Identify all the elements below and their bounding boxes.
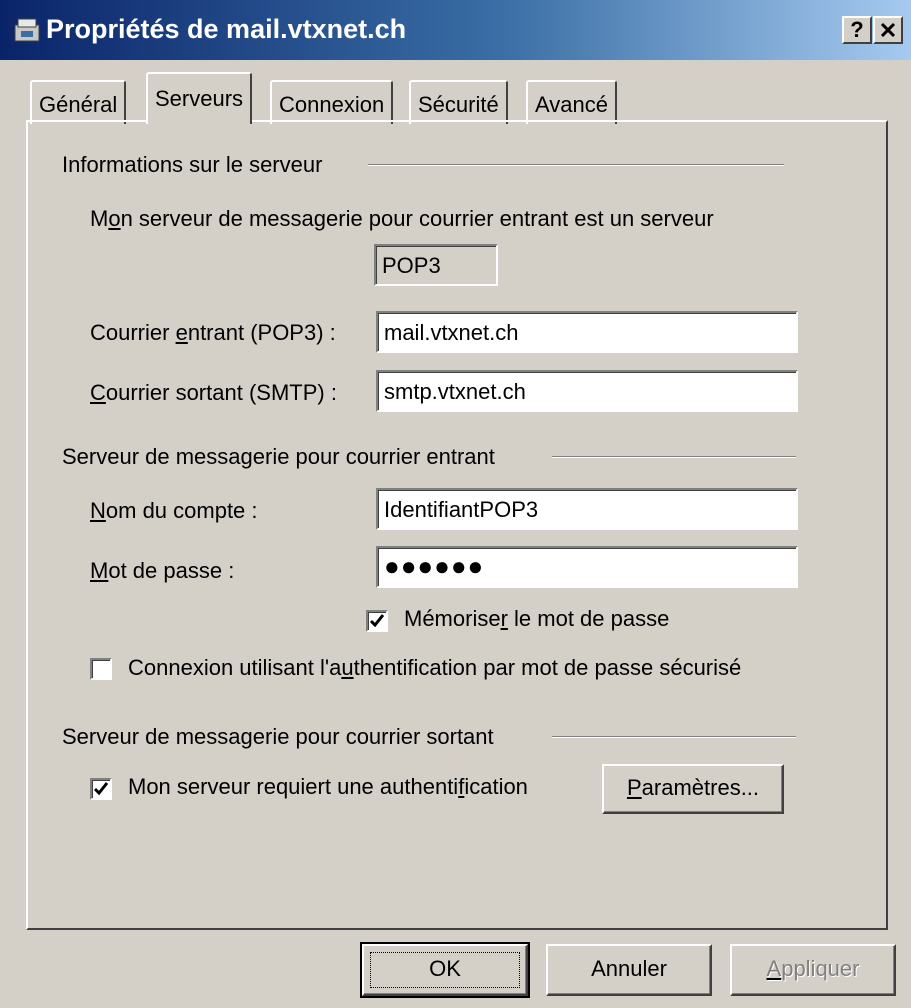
focus-rectangle <box>370 952 520 988</box>
remember-password-label[interactable]: Mémoriser le mot de passe <box>404 606 669 632</box>
outgoing-mail-label: Courrier sortant (SMTP) : <box>90 380 337 405</box>
cancel-button[interactable]: Annuler <box>546 944 712 996</box>
incoming-server-type-field: POP3 <box>374 244 498 286</box>
password-label: Mot de passe : <box>90 558 235 583</box>
server-info-group-label: Informations sur le serveur <box>62 152 323 177</box>
group-separator <box>552 736 796 738</box>
incoming-mail-field[interactable]: mail.vtxnet.ch <box>376 311 798 353</box>
smtp-auth-label[interactable]: Mon serveur requiert une authentificatio… <box>128 774 528 800</box>
password-field[interactable]: ●●●●●● <box>376 546 798 588</box>
group-separator <box>552 456 796 458</box>
incoming-mail-label: Courrier entrant (POP3) : <box>90 320 336 345</box>
smtp-auth-checkbox[interactable] <box>90 778 112 800</box>
remember-password-checkbox[interactable] <box>366 610 388 632</box>
outgoing-mail-field[interactable]: smtp.vtxnet.ch <box>376 370 798 412</box>
checkmark-icon <box>369 614 385 628</box>
incoming-server-group-label: Serveur de messagerie pour courrier entr… <box>62 444 495 469</box>
spa-checkbox[interactable] <box>90 658 112 680</box>
checkmark-icon <box>93 782 109 796</box>
apply-button[interactable]: Appliquer <box>730 944 896 996</box>
spa-label[interactable]: Connexion utilisant l'authentification p… <box>128 655 741 681</box>
account-name-field[interactable]: IdentifiantPOP3 <box>376 488 798 530</box>
outgoing-server-group-label: Serveur de messagerie pour courrier sort… <box>62 724 494 749</box>
group-separator <box>368 164 784 166</box>
ok-button[interactable]: OK <box>360 942 530 998</box>
settings-button[interactable]: Paramètres... <box>602 764 784 814</box>
panel-content: Informations sur le serveur Mon serveur … <box>0 0 911 1008</box>
incoming-server-type-label: Mon serveur de messagerie pour courrier … <box>90 206 714 231</box>
account-name-label: Nom du compte : <box>90 498 258 523</box>
